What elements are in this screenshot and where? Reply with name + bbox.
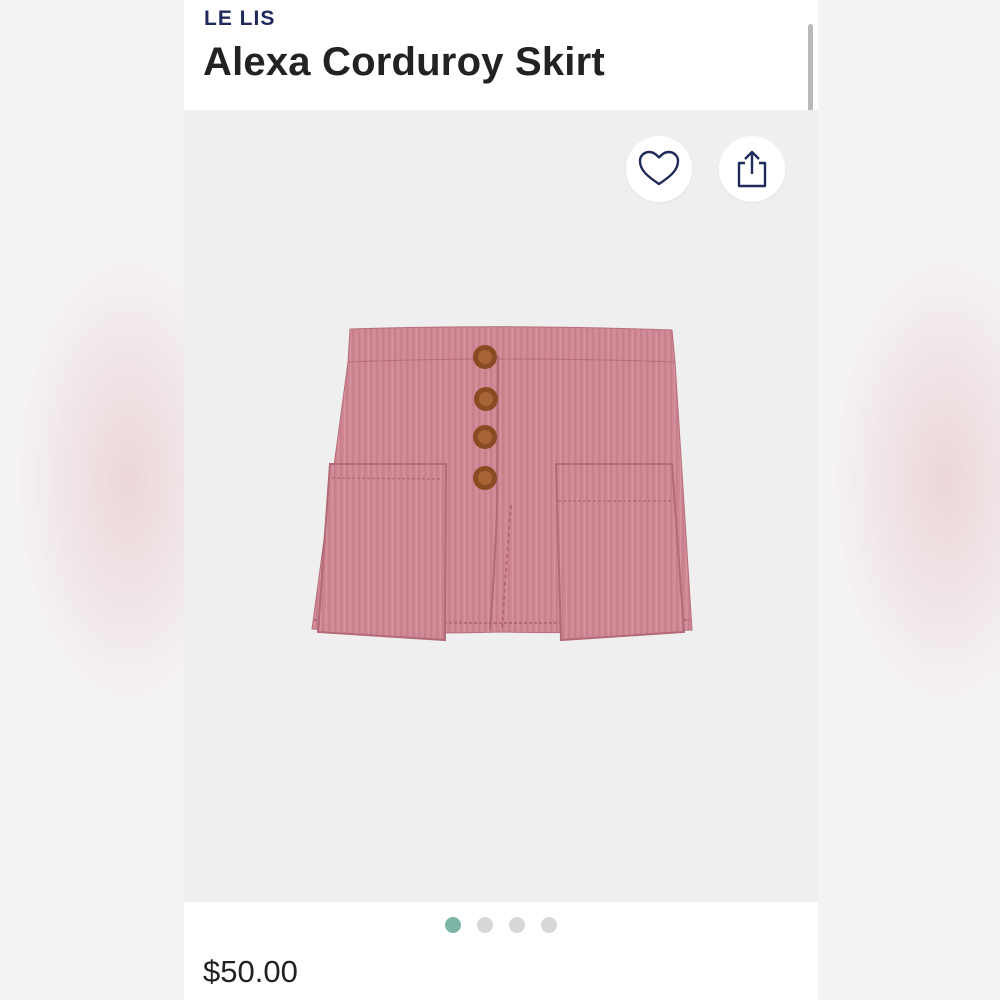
left-background-blur — [0, 0, 184, 1000]
right-pocket — [554, 463, 686, 642]
pagination-dot-3[interactable] — [509, 917, 525, 933]
share-button[interactable] — [719, 136, 785, 202]
favorite-button[interactable] — [626, 136, 692, 202]
product-image-gallery[interactable] — [184, 110, 818, 902]
brand-name: LE LIS — [204, 7, 276, 30]
pagination-dot-4[interactable] — [541, 917, 557, 933]
image-pagination — [184, 917, 818, 933]
skirt-waistband — [347, 326, 676, 363]
pagination-dot-1[interactable] — [445, 917, 461, 933]
heart-icon — [638, 150, 680, 186]
pagination-dot-2[interactable] — [477, 917, 493, 933]
product-title: Alexa Corduroy Skirt — [203, 40, 605, 84]
share-icon — [737, 150, 767, 188]
left-pocket — [316, 463, 448, 642]
product-price: $50.00 — [203, 954, 298, 989]
right-background-blur — [818, 0, 1000, 1000]
product-page: LE LIS Alexa Corduroy Skirt $50.00 — [184, 0, 818, 1000]
product-image — [311, 326, 693, 642]
